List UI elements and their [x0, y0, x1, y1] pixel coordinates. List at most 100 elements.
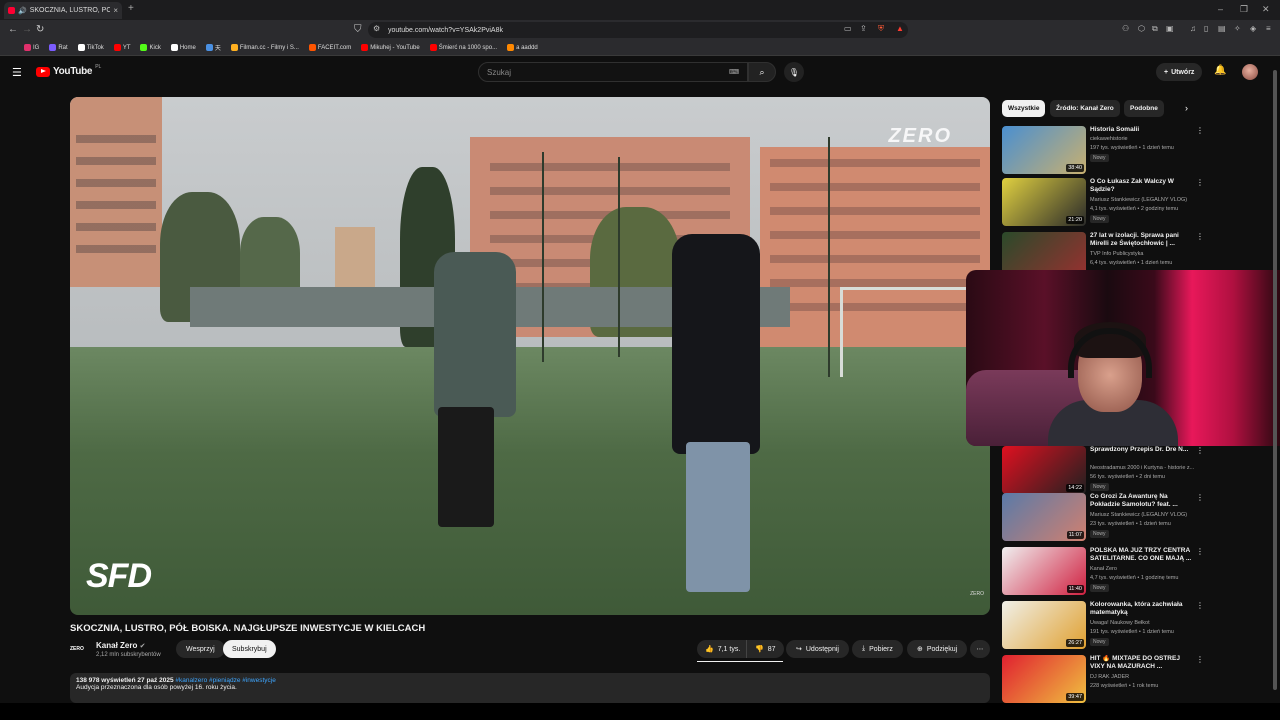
thanks-button[interactable]: ⊕ Podziękuj: [907, 640, 968, 658]
download-button[interactable]: ⤓ Pobierz: [852, 640, 903, 658]
bookmark-item[interactable]: Kick: [140, 44, 161, 51]
subscribe-button[interactable]: Subskrybuj: [223, 640, 276, 658]
chip-all[interactable]: Wszystkie: [1002, 100, 1046, 117]
recommendation-thumbnail[interactable]: 39:47: [1002, 655, 1086, 703]
close-window-icon[interactable]: ✕: [1262, 4, 1270, 15]
recommendation-title[interactable]: O Co Łukasz Żak Walczy W Sądzie?: [1090, 178, 1194, 194]
channel-name[interactable]: Kanał Zero ✔: [96, 641, 145, 650]
more-actions-button[interactable]: ⋯: [970, 640, 990, 658]
new-tab-button[interactable]: +: [128, 3, 134, 14]
support-button[interactable]: Wesprzyj: [176, 640, 225, 658]
recommendation-channel[interactable]: DJ RAK JADER: [1090, 674, 1204, 680]
recommendation-item[interactable]: 21:20 O Co Łukasz Żak Walczy W Sądzie? Mar…: [1002, 178, 1204, 228]
notifications-bell-icon[interactable]: 🔔: [1214, 65, 1226, 76]
forward-icon[interactable]: →: [22, 24, 32, 35]
chip-related[interactable]: Podobne: [1124, 100, 1164, 117]
recommendation-title[interactable]: HIT 🔥 MIXTAPE DO OSTREJ VIXY NA MAZURACH…: [1090, 655, 1194, 671]
keyboard-icon[interactable]: ⌨: [729, 68, 739, 76]
hashtags[interactable]: #kanalzero #pieniądze #inwestycje: [175, 677, 275, 684]
recommendation-channel[interactable]: TVP Info Publicystyka: [1090, 251, 1204, 257]
bookmark-item[interactable]: Home: [170, 44, 196, 51]
recommendation-thumbnail[interactable]: 38:40: [1002, 126, 1086, 174]
bookmark-item[interactable]: IG: [24, 44, 39, 51]
recommendation-channel[interactable]: Neostradamus 2000 i Kurtyna - historie z…: [1090, 465, 1204, 471]
brave-shield-icon[interactable]: ⛨: [878, 24, 884, 34]
chip-next-icon[interactable]: ›: [1185, 103, 1188, 113]
more-options-icon[interactable]: ⋮: [1196, 601, 1204, 610]
maximize-icon[interactable]: ❐: [1240, 4, 1248, 15]
youtube-logo[interactable]: YouTube PL: [36, 64, 101, 77]
recommendation-channel[interactable]: Mariusz Stankiewicz (LEGALNY VLOG): [1090, 197, 1204, 203]
share-icon[interactable]: ⇪: [860, 24, 867, 33]
browser-tab-active[interactable]: 🔊 SKOCZNIA, LUSTRO, PÓŁ BOISKA ×: [4, 2, 122, 19]
bookmark-item[interactable]: a aaddd: [507, 44, 538, 51]
scrollbar-thumb[interactable]: [1273, 70, 1277, 690]
more-options-icon[interactable]: ⋮: [1196, 655, 1204, 664]
recommendation-item[interactable]: 11:40 POLSKA MA JUŻ TRZY CENTRA SATELITAR…: [1002, 547, 1204, 597]
bookmark-item[interactable]: YT: [113, 44, 130, 51]
leo-icon[interactable]: ✧: [1234, 24, 1241, 33]
channel-avatar[interactable]: ZERO: [70, 643, 90, 655]
recommendation-item[interactable]: 11:07 Co Grozi Za Awanturę Na Pokładzie S…: [1002, 493, 1204, 543]
wallet-icon[interactable]: ▤: [1218, 24, 1226, 33]
recommendation-item[interactable]: 14:22 Sprawdzony Przepis Dr. Dre N... Neos…: [1002, 446, 1204, 496]
recommendation-item[interactable]: 38:40 Historia Somalii ciekawehistorie 197 …: [1002, 126, 1204, 176]
recommendation-channel[interactable]: Kanał Zero: [1090, 566, 1204, 572]
cast-icon[interactable]: ▭: [844, 24, 852, 33]
recommendation-item[interactable]: 39:47 HIT 🔥 MIXTAPE DO OSTREJ VIXY NA MAZ…: [1002, 655, 1204, 705]
extension-icon[interactable]: ⧉: [1152, 24, 1158, 34]
back-icon[interactable]: ←: [8, 24, 18, 35]
menu-icon[interactable]: ≡: [1266, 24, 1271, 33]
recommendation-thumbnail[interactable]: 26:27: [1002, 601, 1086, 649]
bookmark-item[interactable]: Śmierć na 1000 spo...: [429, 44, 497, 51]
extension-icon[interactable]: ⬡: [1138, 24, 1145, 33]
minimize-icon[interactable]: –: [1218, 4, 1223, 14]
more-options-icon[interactable]: ⋮: [1196, 232, 1204, 241]
bookmark-item[interactable]: 天: [205, 43, 221, 52]
more-options-icon[interactable]: ⋮: [1196, 126, 1204, 135]
more-options-icon[interactable]: ⋮: [1196, 493, 1204, 502]
recommendation-title[interactable]: 27 lat w izolacji. Sprawa pani Mirelli z…: [1090, 232, 1194, 248]
page-scrollbar[interactable]: [1272, 60, 1278, 700]
music-icon[interactable]: ♫: [1190, 24, 1196, 33]
voice-search-button[interactable]: 🎙: [784, 62, 804, 82]
share-button[interactable]: ↪ Udostępnij: [786, 640, 849, 658]
brave-rewards-icon[interactable]: ▲: [896, 24, 904, 33]
recommendation-channel[interactable]: Uwaga! Naukowy Bełkot: [1090, 620, 1204, 626]
recommendation-thumbnail[interactable]: 11:07: [1002, 493, 1086, 541]
bookmark-item[interactable]: TikTok: [77, 44, 104, 51]
recommendation-title[interactable]: Historia Somalii: [1090, 126, 1194, 134]
recommendation-thumbnail[interactable]: 21:20: [1002, 178, 1086, 226]
search-input[interactable]: Szukaj: [478, 62, 748, 82]
create-button[interactable]: + Utwórz: [1156, 63, 1203, 81]
recommendation-title[interactable]: Kolorowanka, która zachwiała matematyką: [1090, 601, 1194, 617]
reload-icon[interactable]: ↻: [36, 24, 44, 35]
dislike-button[interactable]: 👎 87: [746, 640, 784, 658]
video-player[interactable]: ZERO SFD ZERO: [70, 97, 990, 615]
recommendation-channel[interactable]: ciekawehistorie: [1090, 136, 1204, 142]
like-button[interactable]: 👍 7,1 tys.: [697, 640, 749, 658]
tab-close-icon[interactable]: ×: [113, 6, 118, 15]
more-options-icon[interactable]: ⋮: [1196, 547, 1204, 556]
bookmark-item[interactable]: Mikuhej - YouTube: [361, 44, 420, 51]
extension-icon[interactable]: ⚇: [1122, 24, 1129, 33]
search-button[interactable]: ⌕: [748, 62, 776, 82]
hamburger-menu-icon[interactable]: ☰: [12, 66, 22, 79]
video-description[interactable]: 138 978 wyświetleń 27 paź 2025 #kanalzer…: [70, 673, 990, 703]
recommendation-title[interactable]: Sprawdzony Przepis Dr. Dre N...: [1090, 446, 1194, 454]
vpn-icon[interactable]: ◈: [1250, 24, 1256, 33]
recommendation-thumbnail[interactable]: 14:22: [1002, 446, 1086, 494]
address-bar[interactable]: youtube.com/watch?v=YSAk2PviA8k: [368, 22, 908, 38]
bookmark-item[interactable]: FACEIT.com: [308, 44, 351, 51]
bookmark-icon[interactable]: ⛉: [354, 24, 362, 35]
sidebar-icon[interactable]: ▯: [1204, 24, 1208, 33]
extension-icon[interactable]: ▣: [1166, 24, 1174, 33]
more-options-icon[interactable]: ⋮: [1196, 178, 1204, 187]
more-options-icon[interactable]: ⋮: [1196, 446, 1204, 455]
recommendation-thumbnail[interactable]: 11:40: [1002, 547, 1086, 595]
site-info-icon[interactable]: ⚙: [373, 24, 380, 33]
user-avatar[interactable]: [1242, 64, 1258, 80]
chip-channel[interactable]: Źródło: Kanał Zero: [1050, 100, 1120, 117]
recommendation-channel[interactable]: Mariusz Stankiewicz (LEGALNY VLOG): [1090, 512, 1204, 518]
recommendation-item[interactable]: 26:27 Kolorowanka, która zachwiała matema…: [1002, 601, 1204, 651]
